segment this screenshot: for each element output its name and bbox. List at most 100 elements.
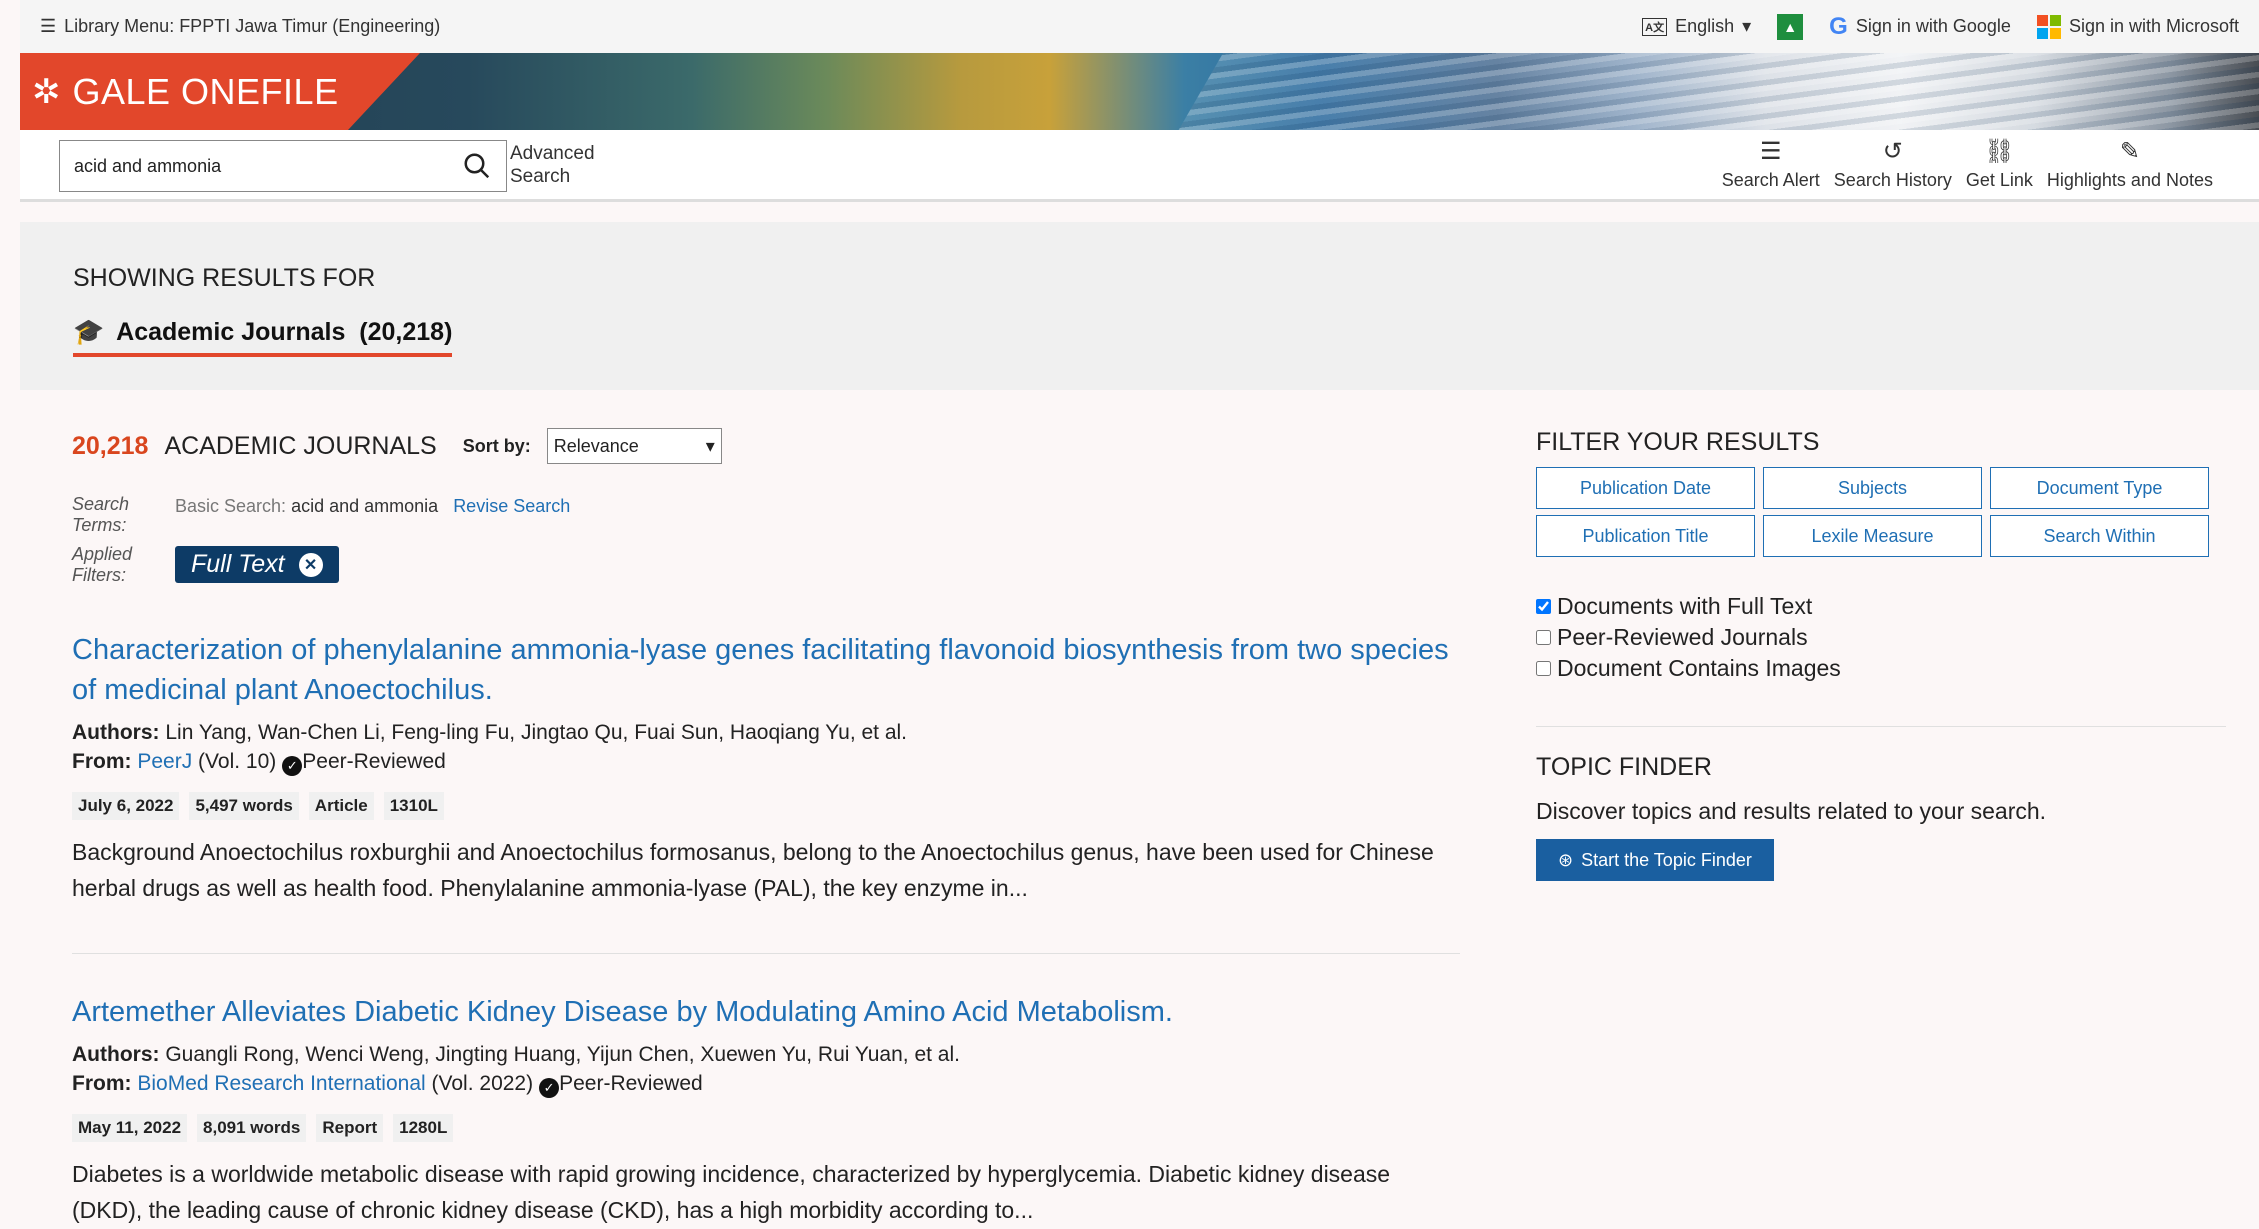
result-volume: (Vol. 10) [198,750,277,773]
gale-logo-icon: ✲ [32,72,61,111]
sort-label: Sort by: [462,435,531,456]
graduation-cap-icon: 🎓 [73,318,105,346]
advanced-search-line2: Search [510,166,571,187]
search-terms-value: Basic Search: acid and ammonia Revise Se… [175,494,570,517]
basic-search-value: acid and ammonia [291,496,439,516]
result-source-link[interactable]: BioMed Research International [137,1072,425,1095]
get-link-button[interactable]: ⛓ Get Link [1966,138,2033,191]
filter-subjects-button[interactable]: Subjects [1763,467,1982,509]
pen-icon: ✎ [2119,138,2140,165]
google-classroom-button[interactable]: ▲ [1777,13,1804,40]
result-title-link[interactable]: Characterization of phenylalanine ammoni… [72,630,1462,710]
sort-value: Relevance [553,435,639,456]
applied-filters-row: Applied Filters: Full Text ✕ [72,544,1452,586]
filter-publication-date-button[interactable]: Publication Date [1536,467,1755,509]
result-divider [72,953,1460,954]
result-words-tag: 5,497 words [189,792,299,820]
showing-results-label: SHOWING RESULTS FOR [73,264,376,292]
result-date-tag: July 6, 2022 [72,792,180,820]
google-signin[interactable]: G Sign in with Google [1829,13,2011,41]
full-text-filter-pill[interactable]: Full Text ✕ [175,546,339,583]
search-terms-label-line2: Terms: [72,515,127,535]
filter-document-type-button[interactable]: Document Type [1990,467,2209,509]
search-box [59,140,507,192]
result-type-tag: Report [316,1114,384,1142]
basic-search-label: Basic Search: [175,496,287,516]
filter-buttons: Publication Date Subjects Document Type … [1536,467,2226,557]
sort-select[interactable]: Relevance ▾ [546,428,722,464]
get-link-label: Get Link [1965,170,2033,190]
result-date-tag: May 11, 2022 [72,1114,188,1142]
filter-publication-title-button[interactable]: Publication Title [1536,515,1755,557]
filter-divider [1536,726,2226,727]
result-volume: (Vol. 2022) [431,1072,534,1095]
result-source-link[interactable]: PeerJ [137,750,192,773]
highlights-notes-button[interactable]: ✎ Highlights and Notes [2047,138,2213,191]
remove-filter-icon[interactable]: ✕ [298,552,323,577]
search-alert-label: Search Alert [1721,170,1820,190]
search-icon[interactable] [462,151,492,181]
language-label: English [1675,16,1735,36]
applied-filters-label: Applied Filters: [72,544,175,586]
microsoft-signin[interactable]: Sign in with Microsoft [2036,14,2239,39]
peer-reviewed-checkbox-row[interactable]: Peer-Reviewed Journals [1536,622,2226,653]
caret-down-icon: ▾ [705,435,715,456]
full-text-checkbox-row[interactable]: Documents with Full Text [1536,591,2226,622]
filter-heading: FILTER YOUR RESULTS [1536,428,1820,456]
filter-search-within-button[interactable]: Search Within [1990,515,2209,557]
link-icon: ⛓ [1984,138,2015,165]
topic-finder-panel: TOPIC FINDER Discover topics and results… [1536,753,2226,881]
highlights-notes-label: Highlights and Notes [2046,170,2213,190]
top-bar: ☰ Library Menu: FPPTI Jawa Timur (Engine… [20,0,2259,53]
brand-logo-link[interactable]: ✲ GALE ONEFILE [20,53,420,130]
google-classroom-icon: ▲ [1777,13,1804,40]
revise-search-link[interactable]: Revise Search [453,496,570,516]
result-abstract: Background Anoectochilus roxburghii and … [72,839,1434,901]
advanced-search-line1: Advanced [510,143,595,164]
showing-results-panel: SHOWING RESULTS FOR 🎓 Academic Journals … [20,222,2259,390]
filter-lexile-measure-button[interactable]: Lexile Measure [1763,515,1982,557]
tab-academic-journals-label: Academic Journals (20,218) [116,318,453,346]
search-input[interactable] [74,155,462,177]
history-icon: ↺ [1882,138,1903,165]
check-circle-icon: ✓ [282,755,303,776]
result-type-tag: Article [308,792,374,820]
peer-reviewed-label: Peer-Reviewed [559,1072,703,1095]
filter-checkboxes: Documents with Full Text Peer-Reviewed J… [1536,591,2226,684]
advanced-search-link[interactable]: Advanced Search [510,142,595,188]
results-header: 20,218 ACADEMIC JOURNALS Sort by: Releva… [72,428,722,464]
peer-reviewed-checkbox[interactable] [1536,630,1551,645]
banner-decoration [1171,53,2259,130]
rss-icon: ☰ [1760,138,1782,165]
tab-academic-journals[interactable]: 🎓 Academic Journals (20,218) [73,318,453,357]
contains-images-checkbox-row[interactable]: Document Contains Images [1536,653,2226,684]
topic-finder-description: Discover topics and results related to y… [1536,798,2047,824]
menu-icon: ☰ [40,16,57,36]
library-menu[interactable]: ☰ Library Menu: FPPTI Jawa Timur (Engine… [40,16,440,37]
search-history-button[interactable]: ↺ Search History [1834,138,1952,191]
applied-filters-label-line1: Applied [72,544,133,564]
authors-label: Authors: [72,721,160,744]
result-abstract: Diabetes is a worldwide metabolic diseas… [72,1161,1391,1223]
from-label: From: [72,750,132,773]
google-signin-label: Sign in with Google [1855,16,2011,36]
check-circle-icon: ✓ [539,1077,560,1098]
result-tags: May 11, 2022 8,091 words Report 1280L [72,1114,1462,1142]
search-terms-label-line1: Search [72,494,130,514]
result-words-tag: 8,091 words [197,1114,307,1142]
search-terms-row: Search Terms: Basic Search: acid and amm… [72,494,1452,536]
result-lexile-tag: 1280L [393,1114,454,1142]
result-tags: July 6, 2022 5,497 words Article 1310L [72,792,1462,820]
start-topic-finder-button[interactable]: ⊛ Start the Topic Finder [1536,839,1774,881]
google-icon: G [1829,12,1848,40]
language-selector[interactable]: A文 English ▾ [1642,16,1751,37]
translate-icon: A文 [1642,17,1668,36]
results-count: 20,218 [72,431,149,460]
result-title-link[interactable]: Artemether Alleviates Diabetic Kidney Di… [72,992,1462,1032]
contains-images-checkbox[interactable] [1536,661,1551,676]
full-text-checkbox[interactable] [1536,599,1551,614]
search-alert-button[interactable]: ☰ Search Alert [1722,138,1820,191]
result-lexile-tag: 1310L [383,792,444,820]
applied-filters-label-line2: Filters: [72,565,126,585]
topic-finder-heading: TOPIC FINDER [1536,753,1712,781]
